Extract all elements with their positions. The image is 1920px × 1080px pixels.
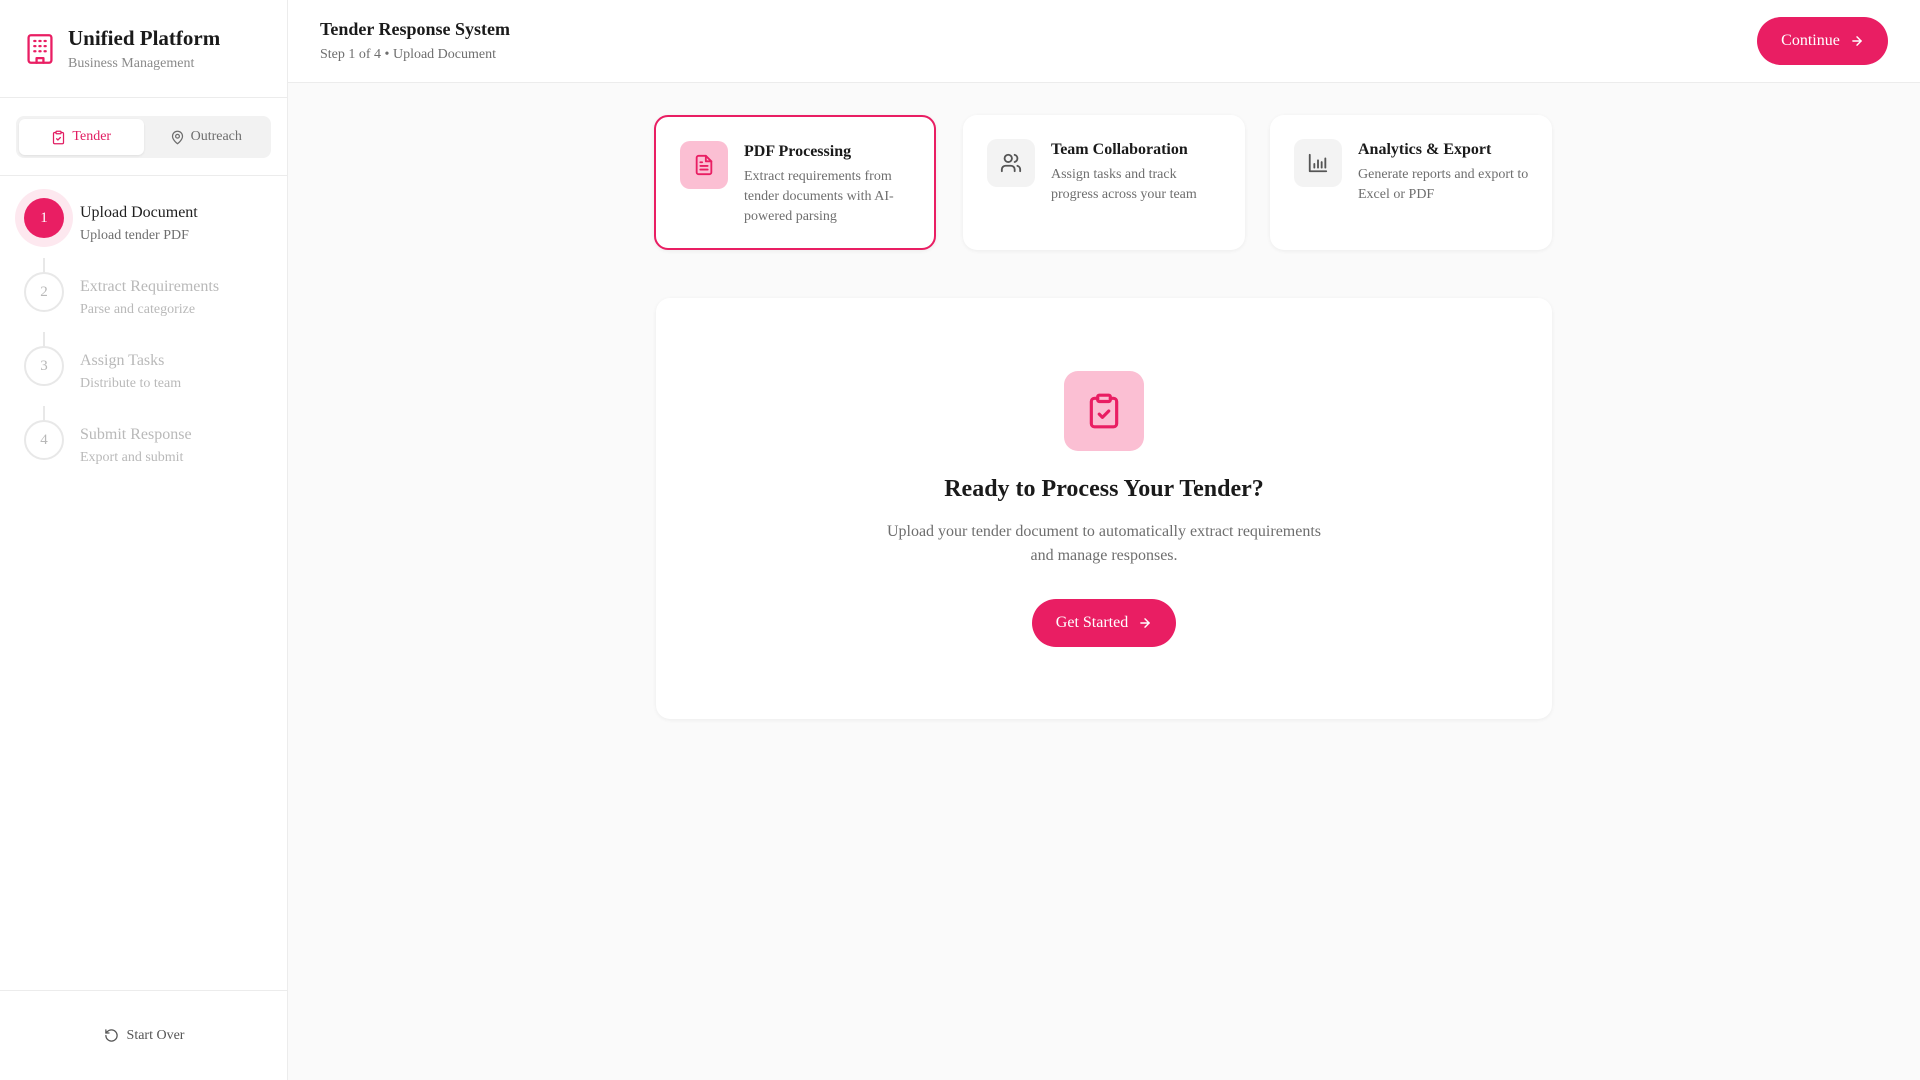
sidebar: Unified Platform Business Management Ten… xyxy=(0,0,288,1080)
feature-card-team-collaboration[interactable]: Team Collaboration Assign tasks and trac… xyxy=(963,115,1245,250)
hero-icon-box xyxy=(1064,371,1144,451)
start-over-label: Start Over xyxy=(126,1027,185,1043)
module-tab-outreach[interactable]: Outreach xyxy=(144,119,269,155)
get-started-label: Get Started xyxy=(1055,614,1129,631)
step-number-badge: 4 xyxy=(24,420,64,460)
clipboard-check-icon xyxy=(53,130,65,144)
app-subtitle: Business Management xyxy=(68,55,195,71)
continue-button[interactable]: Continue xyxy=(1757,17,1888,65)
step-subtitle: Upload tender PDF xyxy=(80,228,189,243)
step-number-badge: 3 xyxy=(24,346,64,386)
start-over-button[interactable]: Start Over xyxy=(0,990,288,1080)
feature-description: Extract requirements from tender documen… xyxy=(744,169,894,224)
feature-icon-box xyxy=(680,141,728,189)
hero-title: Ready to Process Your Tender? xyxy=(944,476,1264,502)
step-number-badge: 1 xyxy=(24,198,64,238)
step-title: Extract Requirements xyxy=(80,278,220,295)
module-switch-container: Tender Outreach xyxy=(0,98,287,176)
page-title: Tender Response System xyxy=(320,19,511,39)
step-subtitle: Distribute to team xyxy=(80,376,182,391)
feature-title: Analytics & Export xyxy=(1358,141,1492,158)
brand: Unified Platform Business Management xyxy=(0,0,287,98)
continue-label: Continue xyxy=(1781,32,1840,49)
step-list: 1 Upload Document Upload tender PDF 2 Ex… xyxy=(0,176,287,494)
feature-title: Team Collaboration xyxy=(1051,141,1188,158)
module-tab-label: Tender xyxy=(72,129,112,144)
get-started-button[interactable]: Get Started xyxy=(1032,599,1176,647)
feature-title: PDF Processing xyxy=(744,143,852,160)
step-number-badge: 2 xyxy=(24,272,64,312)
feature-card-analytics-export[interactable]: Analytics & Export Generate reports and … xyxy=(1270,115,1552,250)
feature-description: Generate reports and export to Excel or … xyxy=(1358,167,1529,202)
upload-prompt-panel: Ready to Process Your Tender? Upload you… xyxy=(656,298,1552,719)
bar-chart-icon xyxy=(1308,153,1328,173)
step-indicator: Step 1 of 4 • Upload Document xyxy=(320,47,496,62)
step-title: Assign Tasks xyxy=(80,352,165,369)
step-title: Submit Response xyxy=(80,426,192,443)
arrow-right-icon xyxy=(1852,36,1862,46)
rotate-ccw-icon xyxy=(104,1029,118,1042)
building-icon xyxy=(27,33,53,64)
arrow-right-icon xyxy=(1140,618,1151,628)
step-subtitle: Export and submit xyxy=(80,450,184,465)
step-subtitle: Parse and categorize xyxy=(80,302,196,317)
step-submit-response[interactable]: 4 Submit Response Export and submit xyxy=(0,420,287,494)
feature-card-pdf-processing[interactable]: PDF Processing Extract requirements from… xyxy=(654,115,936,250)
file-text-icon xyxy=(695,154,713,176)
clipboard-check-icon xyxy=(1089,393,1119,429)
feature-icon-box xyxy=(1294,139,1342,187)
feature-icon-box xyxy=(987,139,1035,187)
module-switch: Tender Outreach xyxy=(16,116,271,158)
app-name: Unified Platform xyxy=(68,25,221,50)
module-tab-label: Outreach xyxy=(190,129,242,144)
top-header: Tender Response System Step 1 of 4 • Upl… xyxy=(288,0,1920,83)
users-icon xyxy=(1000,153,1022,173)
module-tab-tender[interactable]: Tender xyxy=(19,119,144,155)
hero-description: Upload your tender document to automatic… xyxy=(886,523,1322,564)
step-title: Upload Document xyxy=(80,204,198,221)
map-pin-icon xyxy=(171,130,183,144)
feature-description: Assign tasks and track progress across y… xyxy=(1051,167,1197,202)
